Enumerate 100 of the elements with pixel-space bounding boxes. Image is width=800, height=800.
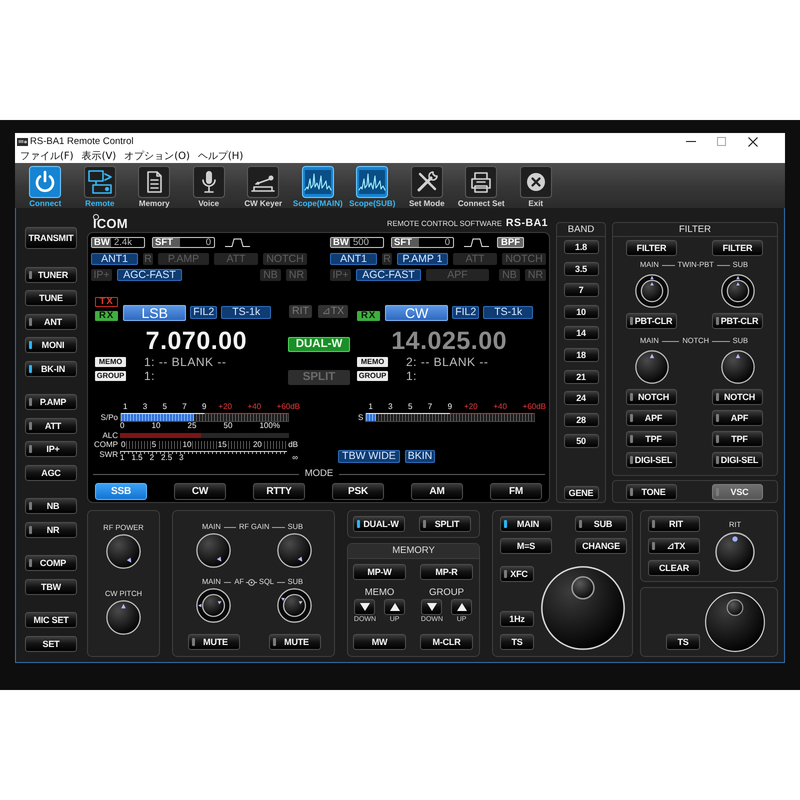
function-button[interactable]: ⊿TX xyxy=(648,538,700,554)
toolbar-button[interactable]: Exit xyxy=(508,163,563,208)
function-button[interactable]: MAIN xyxy=(500,516,552,532)
function-button[interactable]: TBW xyxy=(25,578,77,594)
filter-shape-icon xyxy=(464,238,489,247)
function-button[interactable]: XFC xyxy=(500,566,534,582)
toolbar-button[interactable]: Voice xyxy=(182,163,236,208)
function-button[interactable]: CHANGE xyxy=(575,538,627,554)
function-button[interactable]: MIC SET xyxy=(25,612,77,628)
menu-item[interactable]: 表示(V) xyxy=(78,150,120,162)
function-button[interactable]: ANT xyxy=(25,314,77,330)
function-button[interactable]: RIT xyxy=(648,516,700,532)
toolbar-button[interactable]: Connect xyxy=(18,163,72,208)
band-button[interactable]: 21 xyxy=(564,370,598,384)
function-button[interactable]: ATT xyxy=(25,418,77,434)
function-button[interactable]: APF xyxy=(626,410,677,426)
toolbar-button[interactable]: Remote xyxy=(72,163,127,208)
function-button[interactable]: DUAL-W xyxy=(353,516,405,532)
function-button[interactable]: TUNE xyxy=(25,290,77,306)
toolbar-button[interactable]: Set Mode xyxy=(400,163,454,208)
dual-rotary-knob[interactable] xyxy=(634,274,668,308)
mode-button[interactable]: FM xyxy=(490,483,542,500)
function-button[interactable]: PBT-CLR xyxy=(626,313,677,329)
function-button[interactable]: MP-W xyxy=(353,564,406,580)
function-button[interactable]: MUTE xyxy=(188,634,240,650)
function-button[interactable]: TUNER xyxy=(25,266,77,282)
band-button[interactable]: GENE xyxy=(564,486,598,500)
function-button[interactable]: DIGI-SEL xyxy=(626,452,677,468)
function-button[interactable]: TRANSMIT xyxy=(25,227,77,249)
function-button[interactable]: TS xyxy=(666,634,700,650)
rotary-knob[interactable] xyxy=(720,350,754,384)
toolbar-button[interactable]: CW Keyer xyxy=(236,163,290,208)
rotary-knob[interactable] xyxy=(106,600,141,635)
function-button[interactable]: SET xyxy=(25,636,77,652)
function-button[interactable]: P.AMP xyxy=(25,394,77,410)
function-button[interactable]: MW xyxy=(353,634,406,650)
minimize-icon[interactable] xyxy=(686,141,696,142)
function-button[interactable]: FILTER xyxy=(626,240,677,256)
rotary-knob[interactable] xyxy=(634,350,668,384)
band-button[interactable]: 10 xyxy=(564,304,598,319)
function-button[interactable]: APF xyxy=(712,410,763,426)
function-button[interactable]: TPF xyxy=(626,431,677,447)
function-button[interactable]: MP-R xyxy=(420,564,473,580)
function-button[interactable]: NOTCH xyxy=(712,389,763,405)
function-button[interactable]: COMP xyxy=(25,555,77,571)
function-button[interactable]: SUB xyxy=(575,516,627,532)
mode-button[interactable]: CW xyxy=(174,483,226,500)
menu-item[interactable]: ファイル(F) xyxy=(16,150,78,162)
close-icon[interactable] xyxy=(748,136,758,146)
function-button[interactable]: BK-IN xyxy=(25,360,77,376)
function-button[interactable]: CLEAR xyxy=(648,560,700,576)
band-button[interactable]: 3.5 xyxy=(564,262,598,276)
rotary-knob[interactable] xyxy=(106,534,141,569)
band-button[interactable]: 18 xyxy=(564,348,598,362)
function-button[interactable]: FILTER xyxy=(712,240,763,256)
rotary-knob[interactable] xyxy=(715,532,755,572)
tuning-dial[interactable] xyxy=(705,592,765,652)
function-button[interactable]: M=S xyxy=(500,538,552,554)
mode-button[interactable]: AM xyxy=(411,483,463,500)
function-button[interactable]: SPLIT xyxy=(419,516,471,532)
function-button[interactable]: TONE xyxy=(626,484,677,500)
mode-button[interactable]: RTTY xyxy=(253,483,305,500)
function-button[interactable]: 1Hz xyxy=(500,611,534,627)
up-button[interactable] xyxy=(384,599,406,615)
down-button[interactable] xyxy=(421,599,442,615)
function-button[interactable]: TPF xyxy=(712,431,763,447)
function-button[interactable]: MONI xyxy=(25,337,77,353)
function-button[interactable]: NOTCH xyxy=(626,389,677,405)
dual-rotary-knob[interactable] xyxy=(720,274,754,308)
rotary-knob[interactable] xyxy=(196,533,231,568)
band-button[interactable]: 28 xyxy=(564,412,598,427)
function-button[interactable]: PBT-CLR xyxy=(712,313,763,329)
down-button[interactable] xyxy=(354,599,376,615)
toolbar-button[interactable]: Scope(MAIN) xyxy=(290,163,345,208)
tuning-dial[interactable] xyxy=(541,566,625,650)
function-button[interactable]: MUTE xyxy=(268,634,320,650)
rotary-knob[interactable] xyxy=(277,533,312,568)
toolbar-button[interactable]: Memory xyxy=(127,163,182,208)
band-button[interactable]: 1.8 xyxy=(564,240,598,254)
function-button[interactable]: AGC xyxy=(25,464,77,480)
dual-rotary-knob[interactable] xyxy=(277,588,312,623)
function-button[interactable]: NB xyxy=(25,498,77,514)
function-button[interactable]: NR xyxy=(25,522,77,538)
band-button[interactable]: 14 xyxy=(564,326,598,340)
band-button[interactable]: 50 xyxy=(564,434,598,448)
mode-button[interactable]: PSK xyxy=(332,483,384,500)
toolbar-button[interactable]: Scope(SUB) xyxy=(345,163,400,208)
function-button[interactable]: TS xyxy=(500,634,534,650)
menu-item[interactable]: ヘルプ(H) xyxy=(194,150,248,162)
up-button[interactable] xyxy=(451,599,472,615)
band-button[interactable]: 24 xyxy=(564,391,598,406)
function-button[interactable]: IP+ xyxy=(25,441,77,457)
function-button[interactable]: DIGI-SEL xyxy=(712,452,763,468)
function-button[interactable]: M-CLR xyxy=(420,634,473,650)
mode-indicator: CW xyxy=(385,305,448,321)
band-button[interactable]: 7 xyxy=(564,283,598,298)
menu-item[interactable]: オプション(O) xyxy=(120,150,194,162)
dual-rotary-knob[interactable] xyxy=(196,588,231,623)
toolbar-button[interactable]: Connect Set xyxy=(454,163,508,208)
wrench-screwdriver-icon xyxy=(410,166,443,198)
